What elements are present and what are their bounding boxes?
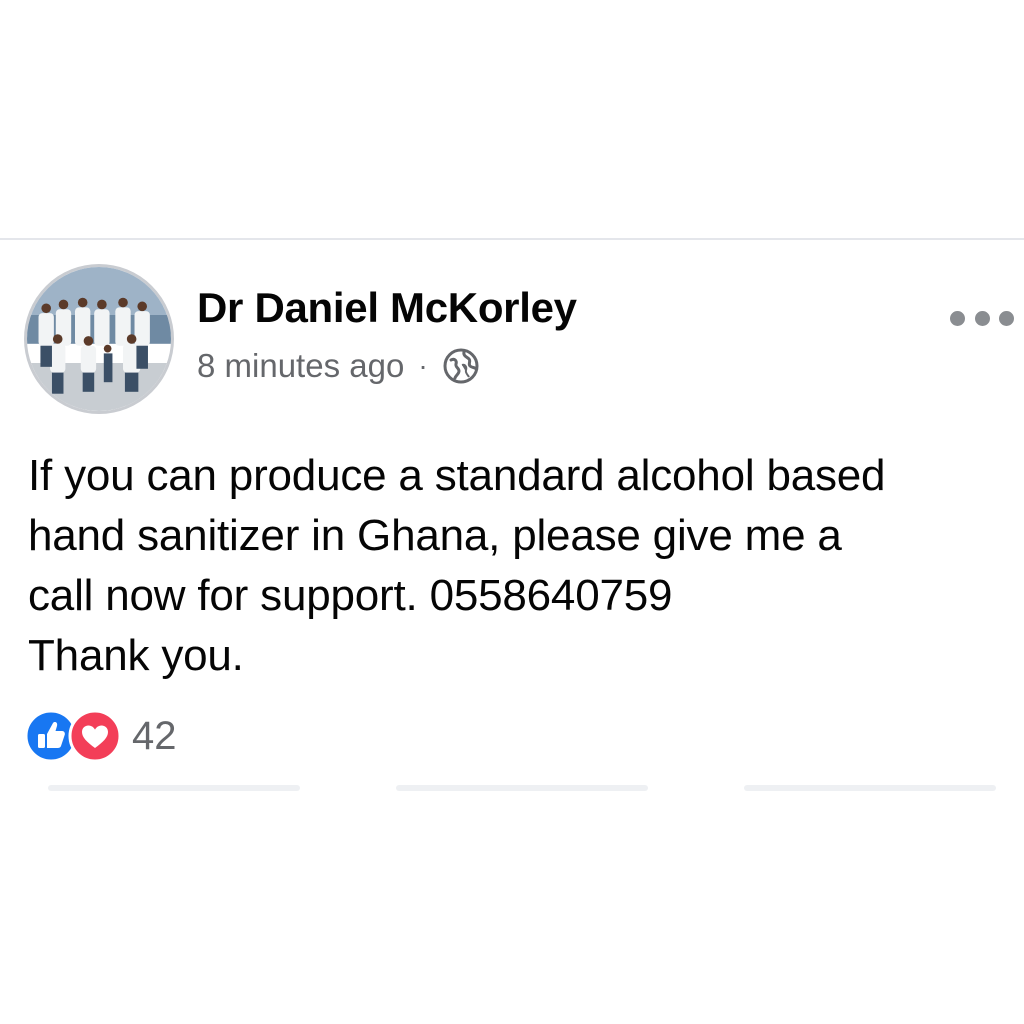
more-dot bbox=[950, 310, 965, 326]
comment-action-button[interactable] bbox=[396, 785, 648, 791]
avatar-photo bbox=[27, 267, 171, 411]
timestamp[interactable]: 8 minutes ago bbox=[197, 347, 404, 385]
more-options-icon[interactable] bbox=[950, 302, 1014, 334]
post-text: If you can produce a standard alcohol ba… bbox=[28, 451, 886, 680]
more-dot bbox=[999, 310, 1014, 326]
love-icon bbox=[68, 709, 122, 763]
more-dot bbox=[974, 310, 990, 326]
avatar[interactable] bbox=[24, 264, 174, 414]
share-action-button[interactable] bbox=[744, 785, 996, 791]
globe-icon[interactable] bbox=[442, 347, 480, 385]
post-card: Dr Daniel McKorley 8 minutes ago · If yo… bbox=[0, 240, 1024, 800]
reactions-summary[interactable]: 42 bbox=[24, 708, 177, 764]
like-action-button[interactable] bbox=[48, 785, 300, 791]
meta-separator: · bbox=[418, 350, 428, 381]
action-bar bbox=[0, 785, 1024, 793]
post-meta: 8 minutes ago · bbox=[197, 344, 480, 388]
author-name[interactable]: Dr Daniel McKorley bbox=[197, 284, 577, 332]
reaction-count: 42 bbox=[132, 713, 177, 758]
